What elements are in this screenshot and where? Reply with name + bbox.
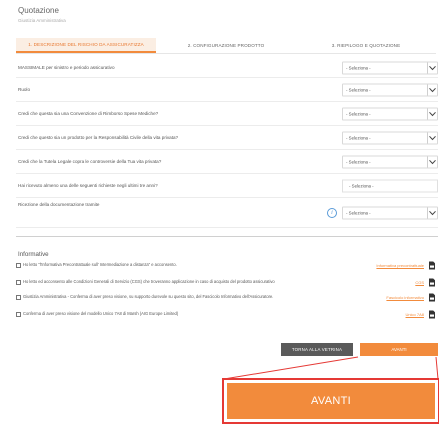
tab-descrizione-rischio[interactable]: 1. DESCRIZIONE DEL RISCHIO DA ASSICURATI… xyxy=(16,38,156,53)
form-row-ruolo: Ruolo - Seleziona - xyxy=(16,78,438,102)
cgs-text: Ho letto ed acconsento alle Condizioni G… xyxy=(23,279,275,284)
informative-list: Ho letto "l'Informativa Precontrattuale … xyxy=(16,261,436,323)
pdf-icon[interactable] xyxy=(428,278,436,287)
informative-item: Ho letto "l'Informativa Precontrattuale … xyxy=(16,261,436,279)
informative-item: Ho letto ed acconsento alle Condizioni G… xyxy=(16,278,436,294)
chevron-down-icon xyxy=(427,84,437,95)
fascicolo-informativo-text: Giustizia Amministrativa - Conferma di a… xyxy=(23,294,274,299)
section-divider xyxy=(16,236,438,237)
back-to-showcase-button[interactable]: TORNA ALLA VETRINA xyxy=(281,343,353,356)
info-icon[interactable]: i xyxy=(327,207,337,218)
risk-form: MASSIMALE per sinistro e periodo assicur… xyxy=(16,58,438,228)
chevron-down-icon xyxy=(427,108,437,119)
cgs-checkbox[interactable] xyxy=(16,280,21,285)
informativa-precontrattuale-checkbox[interactable] xyxy=(16,263,21,268)
unico-7a8-text: Conferma di aver preso visione del model… xyxy=(23,311,179,316)
tutela-legale-select-value: - Seleziona - xyxy=(346,159,371,164)
ricezione-documentazione-select[interactable]: - Seleziona - xyxy=(342,206,438,219)
unico-7a8-checkbox[interactable] xyxy=(16,312,21,317)
form-row-ricezione-documentazione: Ricezione della documentazione tramite i… xyxy=(16,198,438,228)
chevron-down-icon xyxy=(427,207,437,218)
form-row-tutela-legale: Credi che la Tutela Legale copra le cont… xyxy=(16,150,438,174)
responsabilita-civile-select[interactable]: - Seleziona - xyxy=(342,131,438,144)
informative-title: Informative xyxy=(18,251,49,258)
pdf-icon[interactable] xyxy=(428,261,436,270)
rimborso-spese-select-value: - Seleziona - xyxy=(346,111,371,116)
rimborso-spese-select[interactable]: - Seleziona - xyxy=(342,107,438,120)
chevron-down-icon xyxy=(427,156,437,167)
form-row-responsabilita-civile: Credi che questo sia un prodotto per la … xyxy=(16,126,438,150)
tab-configurazione-prodotto[interactable]: 2. CONFIGURAZIONE PRODOTTO xyxy=(156,38,296,53)
tab-riepilogo-quotazione[interactable]: 3. RIEPILOGO E QUOTAZIONE xyxy=(296,38,436,53)
chevron-down-icon xyxy=(427,62,437,73)
page-title: Quotazione xyxy=(18,6,59,15)
unico-7a8-link[interactable]: Unico 7A8 xyxy=(406,312,424,317)
informativa-precontrattuale-link[interactable]: Informativa precontrattuale xyxy=(376,263,424,268)
richieste-field[interactable]: - Seleziona - xyxy=(342,179,438,192)
ricezione-documentazione-select-value: - Seleziona - xyxy=(346,210,371,215)
zoom-highlight-frame: AVANTI xyxy=(222,378,439,424)
responsabilita-civile-select-value: - Seleziona - xyxy=(346,135,371,140)
ruolo-select[interactable]: - Seleziona - xyxy=(342,83,438,96)
cgs-link[interactable]: CGS xyxy=(415,280,424,285)
page-subtitle: Giustizia Amministrativa xyxy=(18,18,66,23)
form-row-richieste: Hai ricevuto almeno una delle seguenti r… xyxy=(16,174,438,198)
tutela-legale-select[interactable]: - Seleziona - xyxy=(342,155,438,168)
wizard-tabs: 1. DESCRIZIONE DEL RISCHIO DA ASSICURATI… xyxy=(16,38,436,54)
fascicolo-informativo-checkbox[interactable] xyxy=(16,295,21,300)
next-button-zoomed[interactable]: AVANTI xyxy=(227,383,435,419)
informative-item: Conferma di aver preso visione del model… xyxy=(16,310,436,323)
next-button[interactable]: AVANTI xyxy=(360,343,438,356)
form-row-rimborso-spese: Credi che questa sia una Convenzione di … xyxy=(16,102,438,126)
pdf-icon[interactable] xyxy=(428,293,436,302)
massimale-select[interactable]: - Seleziona - xyxy=(342,61,438,74)
chevron-down-icon xyxy=(427,132,437,143)
form-row-massimale: MASSIMALE per sinistro e periodo assicur… xyxy=(16,58,438,78)
pdf-icon[interactable] xyxy=(428,310,436,319)
fascicolo-informativo-link[interactable]: Fascicolo informativo xyxy=(386,295,424,300)
ruolo-select-value: - Seleziona - xyxy=(346,87,371,92)
massimale-select-value: - Seleziona - xyxy=(346,65,371,70)
informative-item: Giustizia Amministrativa - Conferma di a… xyxy=(16,293,436,311)
informativa-precontrattuale-text: Ho letto "l'Informativa Precontrattuale … xyxy=(23,262,177,267)
